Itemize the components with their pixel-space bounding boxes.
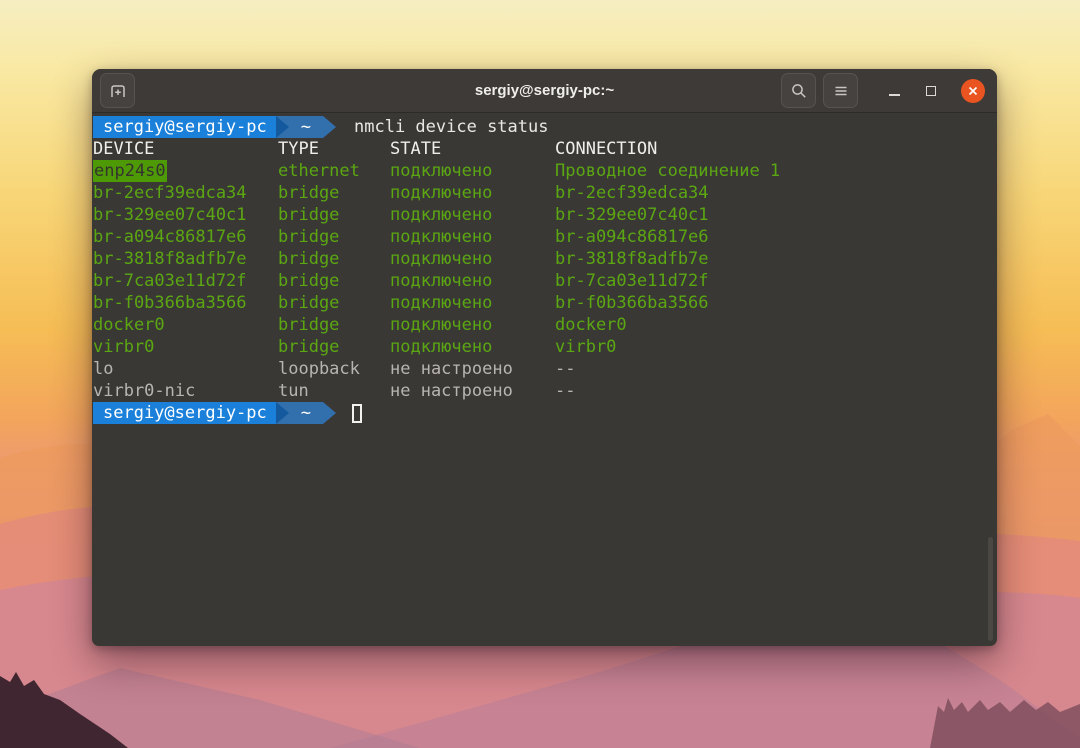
header-state: STATE xyxy=(390,138,555,160)
cell-connection: br-a094c86817e6 xyxy=(555,226,997,248)
prompt-arrow-icon xyxy=(323,116,336,138)
table-row: br-2ecf39edca34bridgeподключеноbr-2ecf39… xyxy=(93,182,997,204)
cell-device: virbr0 xyxy=(93,336,278,358)
close-button[interactable] xyxy=(961,79,985,103)
maximize-button[interactable] xyxy=(916,76,946,106)
cell-connection: br-3818f8adfb7e xyxy=(555,248,997,270)
highlighted-device: enp24s0 xyxy=(93,160,167,182)
cell-state: подключено xyxy=(390,226,555,248)
desktop-wallpaper: sergiy@sergiy-pc:~ xyxy=(0,0,1080,748)
close-icon xyxy=(967,85,979,97)
command-text: nmcli device status xyxy=(354,117,548,137)
cell-device: enp24s0 xyxy=(93,160,278,182)
minimize-icon xyxy=(889,94,900,96)
prompt-user-host: sergiy@sergiy-pc xyxy=(93,116,276,138)
cell-state: подключено xyxy=(390,248,555,270)
cell-device: br-a094c86817e6 xyxy=(93,226,278,248)
cell-device: br-f0b366ba3566 xyxy=(93,292,278,314)
cell-device: br-7ca03e11d72f xyxy=(93,270,278,292)
cell-state: подключено xyxy=(390,314,555,336)
cell-type: bridge xyxy=(278,292,390,314)
maximize-icon xyxy=(926,86,936,96)
minimize-button[interactable] xyxy=(879,76,909,106)
table-row: loloopbackне настроено-- xyxy=(93,358,997,380)
cell-type: bridge xyxy=(278,204,390,226)
cell-type: ethernet xyxy=(278,160,390,182)
terminal-window: sergiy@sergiy-pc:~ xyxy=(92,69,997,646)
cell-device: br-3818f8adfb7e xyxy=(93,248,278,270)
scrollbar-thumb[interactable] xyxy=(988,537,993,641)
cell-state: не настроено xyxy=(390,380,555,402)
search-icon xyxy=(790,82,808,100)
cell-connection: -- xyxy=(555,380,997,402)
cell-state: подключено xyxy=(390,336,555,358)
search-button[interactable] xyxy=(781,73,816,108)
prompt-directory: ~ xyxy=(289,402,323,424)
cell-state: подключено xyxy=(390,182,555,204)
prompt-arrow-icon xyxy=(323,402,336,424)
table-row: br-a094c86817e6bridgeподключеноbr-a094c8… xyxy=(93,226,997,248)
scrollbar[interactable] xyxy=(986,113,995,646)
cell-connection: Проводное соединение 1 xyxy=(555,160,997,182)
cell-state: подключено xyxy=(390,160,555,182)
table-row: br-7ca03e11d72fbridgeподключеноbr-7ca03e… xyxy=(93,270,997,292)
cell-state: не настроено xyxy=(390,358,555,380)
table-row: docker0bridgeподключеноdocker0 xyxy=(93,314,997,336)
prompt-separator-icon xyxy=(276,116,289,138)
cell-type: tun xyxy=(278,380,390,402)
cell-connection: -- xyxy=(555,358,997,380)
table-row: br-f0b366ba3566bridgeподключеноbr-f0b366… xyxy=(93,292,997,314)
cell-type: loopback xyxy=(278,358,390,380)
cell-connection: docker0 xyxy=(555,314,997,336)
cell-type: bridge xyxy=(278,248,390,270)
table-row: enp24s0 ethernetподключеноПроводное соеди… xyxy=(93,160,997,182)
new-tab-icon xyxy=(109,82,127,100)
device-table-rows: enp24s0ethernetподключеноПроводное соеди… xyxy=(93,160,997,402)
cell-device: virbr0-nic xyxy=(93,380,278,402)
header-device: DEVICE xyxy=(93,138,278,160)
cell-state: подключено xyxy=(390,270,555,292)
prompt-separator-icon xyxy=(276,402,289,424)
new-tab-button[interactable] xyxy=(100,73,135,108)
header-type: TYPE xyxy=(278,138,390,160)
cell-type: bridge xyxy=(278,314,390,336)
cell-connection: br-7ca03e11d72f xyxy=(555,270,997,292)
cell-state: подключено xyxy=(390,292,555,314)
menu-button[interactable] xyxy=(823,73,858,108)
cell-device: br-329ee07c40c1 xyxy=(93,204,278,226)
terminal-content[interactable]: sergiy@sergiy-pc ~ nmcli device status D… xyxy=(92,113,997,646)
cell-device: docker0 xyxy=(93,314,278,336)
cell-state: подключено xyxy=(390,204,555,226)
titlebar: sergiy@sergiy-pc:~ xyxy=(92,69,997,113)
terminal-cursor xyxy=(352,404,362,423)
cell-type: bridge xyxy=(278,182,390,204)
table-row: br-3818f8adfb7ebridgeподключеноbr-3818f8… xyxy=(93,248,997,270)
prompt-line-command: sergiy@sergiy-pc ~ nmcli device status xyxy=(93,116,997,138)
cell-connection: br-2ecf39edca34 xyxy=(555,182,997,204)
prompt-line-cursor: sergiy@sergiy-pc ~ xyxy=(93,402,997,424)
table-row: br-329ee07c40c1bridgeподключеноbr-329ee0… xyxy=(93,204,997,226)
cell-connection: virbr0 xyxy=(555,336,997,358)
cell-device: br-2ecf39edca34 xyxy=(93,182,278,204)
table-row: virbr0bridgeподключеноvirbr0 xyxy=(93,336,997,358)
prompt-user-host: sergiy@sergiy-pc xyxy=(93,402,276,424)
hamburger-menu-icon xyxy=(832,82,850,100)
cell-type: bridge xyxy=(278,336,390,358)
cell-connection: br-f0b366ba3566 xyxy=(555,292,997,314)
prompt-directory: ~ xyxy=(289,116,323,138)
cell-connection: br-329ee07c40c1 xyxy=(555,204,997,226)
cell-type: bridge xyxy=(278,270,390,292)
table-row: virbr0-nictunне настроено-- xyxy=(93,380,997,402)
cell-type: bridge xyxy=(278,226,390,248)
header-connection: CONNECTION xyxy=(555,138,997,160)
cell-device: lo xyxy=(93,358,278,380)
table-header-row: DEVICE TYPE STATE CONNECTION xyxy=(93,138,997,160)
titlebar-controls xyxy=(781,73,997,108)
